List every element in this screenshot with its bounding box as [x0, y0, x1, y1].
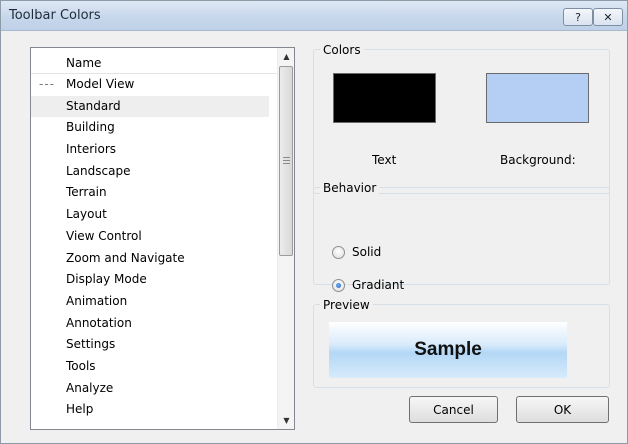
grip-icon — [283, 157, 290, 164]
list-item[interactable]: Zoom and Navigate — [31, 248, 277, 270]
list-item-label: View Control — [66, 228, 142, 243]
list-item[interactable]: Animation — [31, 291, 277, 313]
list-item-label: Layout — [66, 207, 107, 222]
gradient-label: Gradiant — [352, 278, 405, 292]
list-item[interactable]: --- Model View — [31, 74, 277, 96]
list-item[interactable]: Landscape — [31, 161, 277, 183]
column-header-name: Name — [66, 56, 102, 70]
colors-legend: Colors — [320, 43, 364, 57]
tree-line-icon: --- — [39, 77, 55, 91]
scroll-thumb[interactable] — [279, 66, 293, 256]
list-column-header[interactable]: Name — [31, 48, 277, 74]
list-item-label: Landscape — [66, 163, 131, 178]
list-item-label: Annotation — [66, 315, 132, 330]
preview-legend: Preview — [320, 298, 373, 312]
list-item[interactable]: Help — [31, 399, 277, 421]
solid-radio[interactable] — [332, 245, 345, 259]
gradient-option[interactable]: Gradiant — [332, 278, 404, 292]
solid-label: Solid — [352, 245, 382, 259]
list-item[interactable]: Interiors — [31, 139, 277, 161]
scroll-down-button[interactable]: ▼ — [278, 412, 295, 429]
scroll-up-button[interactable]: ▲ — [278, 48, 295, 65]
list-item[interactable]: Annotation — [31, 313, 277, 335]
list-items: --- Model View Standard Building Interiors La… — [31, 74, 277, 421]
list-item-label: Building — [66, 120, 115, 135]
text-color-swatch[interactable] — [333, 73, 436, 123]
list-item-label: Settings — [66, 337, 116, 352]
list-item-label: Standard — [66, 98, 121, 113]
triangle-up-icon: ▲ — [283, 52, 290, 61]
preview-sample: Sample — [329, 322, 567, 378]
behavior-legend: Behavior — [320, 181, 380, 195]
list-item-label: Interiors — [66, 142, 117, 157]
help-icon: ? — [575, 10, 581, 24]
toolbar-list[interactable]: Name --- Model View Standard Building Interi… — [30, 47, 295, 430]
title-bar[interactable]: Toolbar Colors ? ✕ — [1, 1, 627, 31]
list-item-label: Analyze — [66, 380, 114, 395]
list-item[interactable]: Analyze — [31, 378, 277, 400]
list-item-label: Display Mode — [66, 272, 147, 287]
list-item[interactable]: View Control — [31, 226, 277, 248]
ok-button[interactable]: OK — [516, 396, 609, 423]
preview-sample-text: Sample — [414, 339, 482, 360]
list-item-label: Help — [66, 402, 94, 417]
dialog-title: Toolbar Colors — [9, 8, 101, 23]
list-item[interactable]: Layout — [31, 204, 277, 226]
list-item[interactable]: Terrain — [31, 182, 277, 204]
dialog-body: Name --- Model View Standard Building Interi… — [6, 32, 622, 440]
toolbar-colors-dialog: Toolbar Colors ? ✕ Name --- Model View Sta… — [0, 0, 628, 444]
list-item-label: Zoom and Navigate — [66, 250, 185, 265]
list-item[interactable]: Standard — [31, 95, 269, 118]
list-item[interactable]: Tools — [31, 356, 277, 378]
list-item-label: Tools — [66, 358, 96, 373]
text-color-label: Text — [372, 153, 397, 167]
list-item[interactable]: Building — [31, 117, 277, 139]
background-color-label: Background: — [500, 153, 576, 167]
behavior-group: Behavior Solid Gradiant — [313, 181, 610, 292]
background-color-swatch[interactable] — [486, 73, 589, 123]
close-icon: ✕ — [603, 10, 613, 24]
list-item[interactable]: Display Mode — [31, 269, 277, 291]
list-item-label: Animation — [66, 293, 128, 308]
list-item[interactable]: Settings — [31, 334, 277, 356]
preview-group: Preview Sample — [313, 298, 610, 388]
help-button[interactable]: ? — [563, 8, 593, 26]
close-button[interactable]: ✕ — [593, 8, 623, 26]
list-item-label: Terrain — [66, 185, 107, 200]
triangle-down-icon: ▼ — [283, 416, 290, 425]
solid-option[interactable]: Solid — [332, 245, 381, 259]
colors-group: Colors Text Background: — [313, 43, 610, 194]
gradient-radio[interactable] — [332, 278, 345, 292]
cancel-button[interactable]: Cancel — [409, 396, 498, 423]
list-item-label: Model View — [66, 77, 135, 91]
list-scrollbar[interactable]: ▲ ▼ — [277, 48, 294, 429]
